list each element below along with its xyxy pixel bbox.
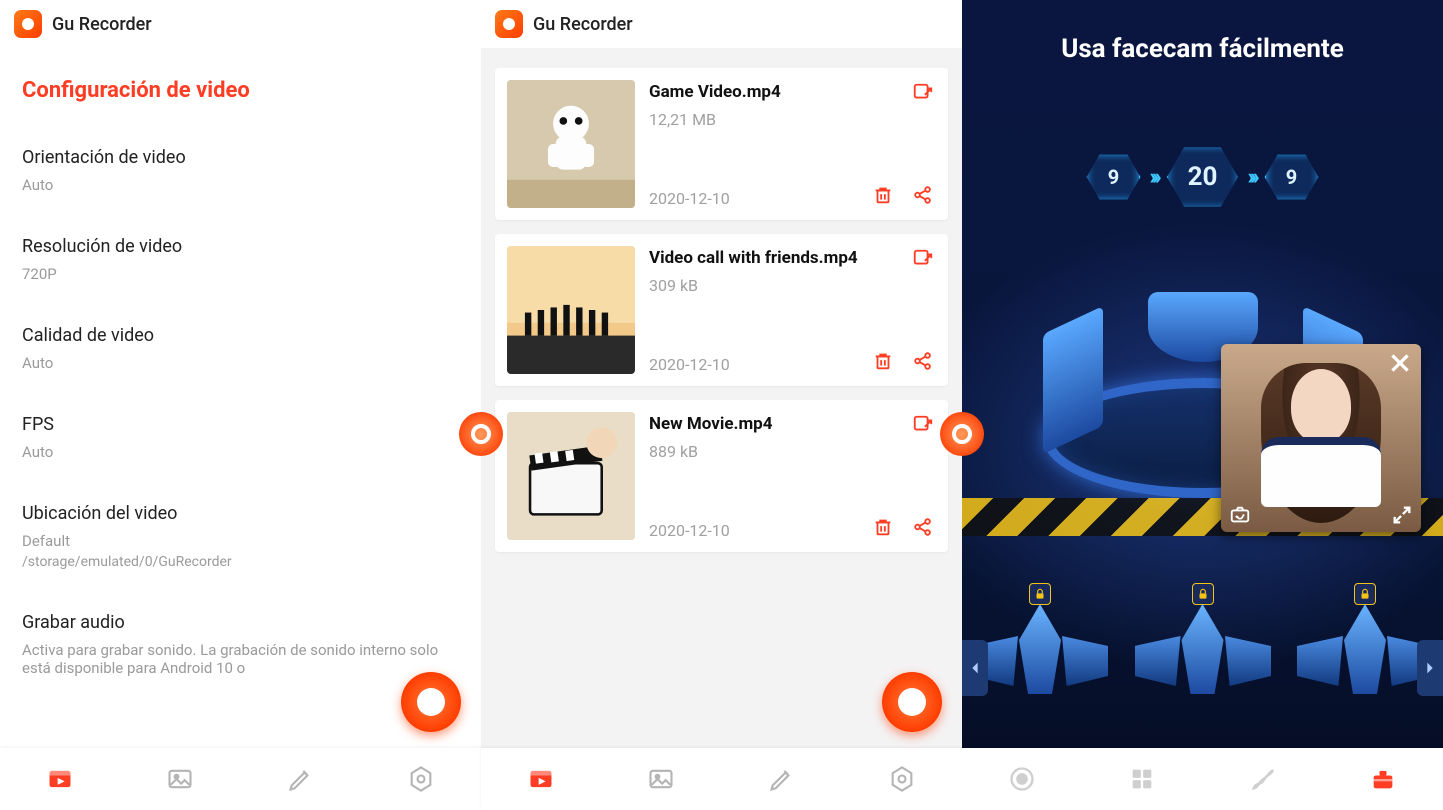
delete-video-icon[interactable]: [872, 516, 894, 538]
setting-record-audio[interactable]: Grabar audio Activa para grabar sonido. …: [22, 592, 459, 699]
edit-video-icon[interactable]: [912, 414, 934, 436]
setting-label: Grabar audio: [22, 612, 459, 633]
settings-section-title: Configuración de video: [0, 48, 481, 127]
bottom-nav: [962, 748, 1443, 810]
next-ship-button[interactable]: [1417, 640, 1443, 696]
setting-value: 720P: [22, 265, 459, 283]
setting-orientation[interactable]: Orientación de video Auto: [22, 127, 459, 216]
setting-label: Resolución de video: [22, 236, 459, 257]
video-name: Video call with friends.mp4: [649, 248, 936, 268]
edit-video-icon[interactable]: [912, 82, 934, 104]
switch-camera-icon[interactable]: [1229, 504, 1251, 526]
recordings-panel: Gu Recorder Game Video.mp4 12,21 MB 2020…: [481, 0, 962, 810]
ship-slot[interactable]: [1295, 579, 1435, 719]
score-hex-left: 9: [1085, 152, 1141, 202]
setting-value: Auto: [22, 354, 459, 372]
edit-tab-icon[interactable]: [762, 759, 802, 799]
chevrons-right-icon: ›››: [1248, 165, 1256, 190]
video-size: 12,21 MB: [649, 110, 936, 129]
delete-video-icon[interactable]: [872, 350, 894, 372]
settings-tab-icon[interactable]: [882, 759, 922, 799]
video-list: Game Video.mp4 12,21 MB 2020-12-10 Video…: [481, 48, 962, 748]
setting-quality[interactable]: Calidad de video Auto: [22, 305, 459, 394]
setting-value: Auto: [22, 443, 459, 461]
delete-video-icon[interactable]: [872, 184, 894, 206]
video-item[interactable]: New Movie.mp4 889 kB 2020-12-10: [495, 400, 948, 552]
record-fab[interactable]: [401, 672, 461, 732]
recordings-tab-icon[interactable]: [40, 759, 80, 799]
screenshots-tab-icon[interactable]: [160, 759, 200, 799]
settings-list: Orientación de video Auto Resolución de …: [0, 127, 481, 748]
floating-record-bubble[interactable]: [459, 412, 503, 456]
video-item[interactable]: Game Video.mp4 12,21 MB 2020-12-10: [495, 68, 948, 220]
ship-icon: [1305, 594, 1425, 704]
record-tab-icon[interactable]: [1002, 759, 1042, 799]
app-title: Gu Recorder: [533, 14, 633, 35]
setting-label: Orientación de video: [22, 147, 459, 168]
score-hex-right: 9: [1264, 152, 1320, 202]
video-item[interactable]: Video call with friends.mp4 309 kB 2020-…: [495, 234, 948, 386]
close-icon[interactable]: [1387, 350, 1413, 376]
apps-tab-icon[interactable]: [1122, 759, 1162, 799]
ship-slot[interactable]: [970, 579, 1110, 719]
setting-fps[interactable]: FPS Auto: [22, 394, 459, 483]
ship-icon: [980, 594, 1100, 704]
ship-slot[interactable]: [1133, 579, 1273, 719]
app-logo-icon: [14, 10, 42, 38]
video-size: 309 kB: [649, 276, 936, 295]
share-video-icon[interactable]: [912, 350, 934, 372]
video-name: Game Video.mp4: [649, 82, 936, 102]
record-fab[interactable]: [882, 672, 942, 732]
resize-handle-icon[interactable]: [1391, 504, 1413, 526]
facecam-person: [1261, 361, 1381, 531]
tools-tab-icon[interactable]: [1363, 759, 1403, 799]
facecam-promo-panel: Usa facecam fácilmente 9 ››› 20 ››› 9: [962, 0, 1443, 810]
ship-selector: [962, 574, 1443, 724]
chevrons-right-icon: ›››: [1149, 165, 1157, 190]
bottom-nav: [0, 748, 481, 810]
promo-title: Usa facecam fácilmente: [962, 0, 1443, 64]
video-thumbnail: [507, 80, 635, 208]
setting-value: Default: [22, 532, 459, 550]
floating-record-bubble[interactable]: [940, 412, 984, 456]
video-thumbnail: [507, 412, 635, 540]
settings-panel: Gu Recorder Configuración de video Orien…: [0, 0, 481, 810]
facecam-overlay[interactable]: [1221, 344, 1421, 532]
video-name: New Movie.mp4: [649, 414, 936, 434]
setting-subvalue: /storage/emulated/0/GuRecorder: [22, 554, 459, 570]
edit-tab-icon[interactable]: [281, 759, 321, 799]
bottom-nav: [481, 748, 962, 810]
setting-value: Auto: [22, 176, 459, 194]
setting-value: Activa para grabar sonido. La grabación …: [22, 641, 459, 677]
game-score-row: 9 ››› 20 ››› 9: [962, 144, 1443, 210]
brush-tab-icon[interactable]: [1243, 759, 1283, 799]
score-hex-center: 20: [1166, 144, 1240, 210]
share-video-icon[interactable]: [912, 184, 934, 206]
video-size: 889 kB: [649, 442, 936, 461]
recordings-tab-icon[interactable]: [521, 759, 561, 799]
setting-location[interactable]: Ubicación del video Default /storage/emu…: [22, 483, 459, 592]
app-title: Gu Recorder: [52, 14, 152, 35]
app-logo-icon: [495, 10, 523, 38]
video-thumbnail: [507, 246, 635, 374]
prev-ship-button[interactable]: [962, 640, 988, 696]
ship-icon: [1143, 594, 1263, 704]
setting-label: FPS: [22, 414, 459, 435]
edit-video-icon[interactable]: [912, 248, 934, 270]
screenshots-tab-icon[interactable]: [641, 759, 681, 799]
setting-label: Calidad de video: [22, 325, 459, 346]
setting-label: Ubicación del video: [22, 503, 459, 524]
app-header: Gu Recorder: [481, 0, 962, 48]
setting-resolution[interactable]: Resolución de video 720P: [22, 216, 459, 305]
settings-tab-icon[interactable]: [401, 759, 441, 799]
share-video-icon[interactable]: [912, 516, 934, 538]
app-header: Gu Recorder: [0, 0, 481, 48]
